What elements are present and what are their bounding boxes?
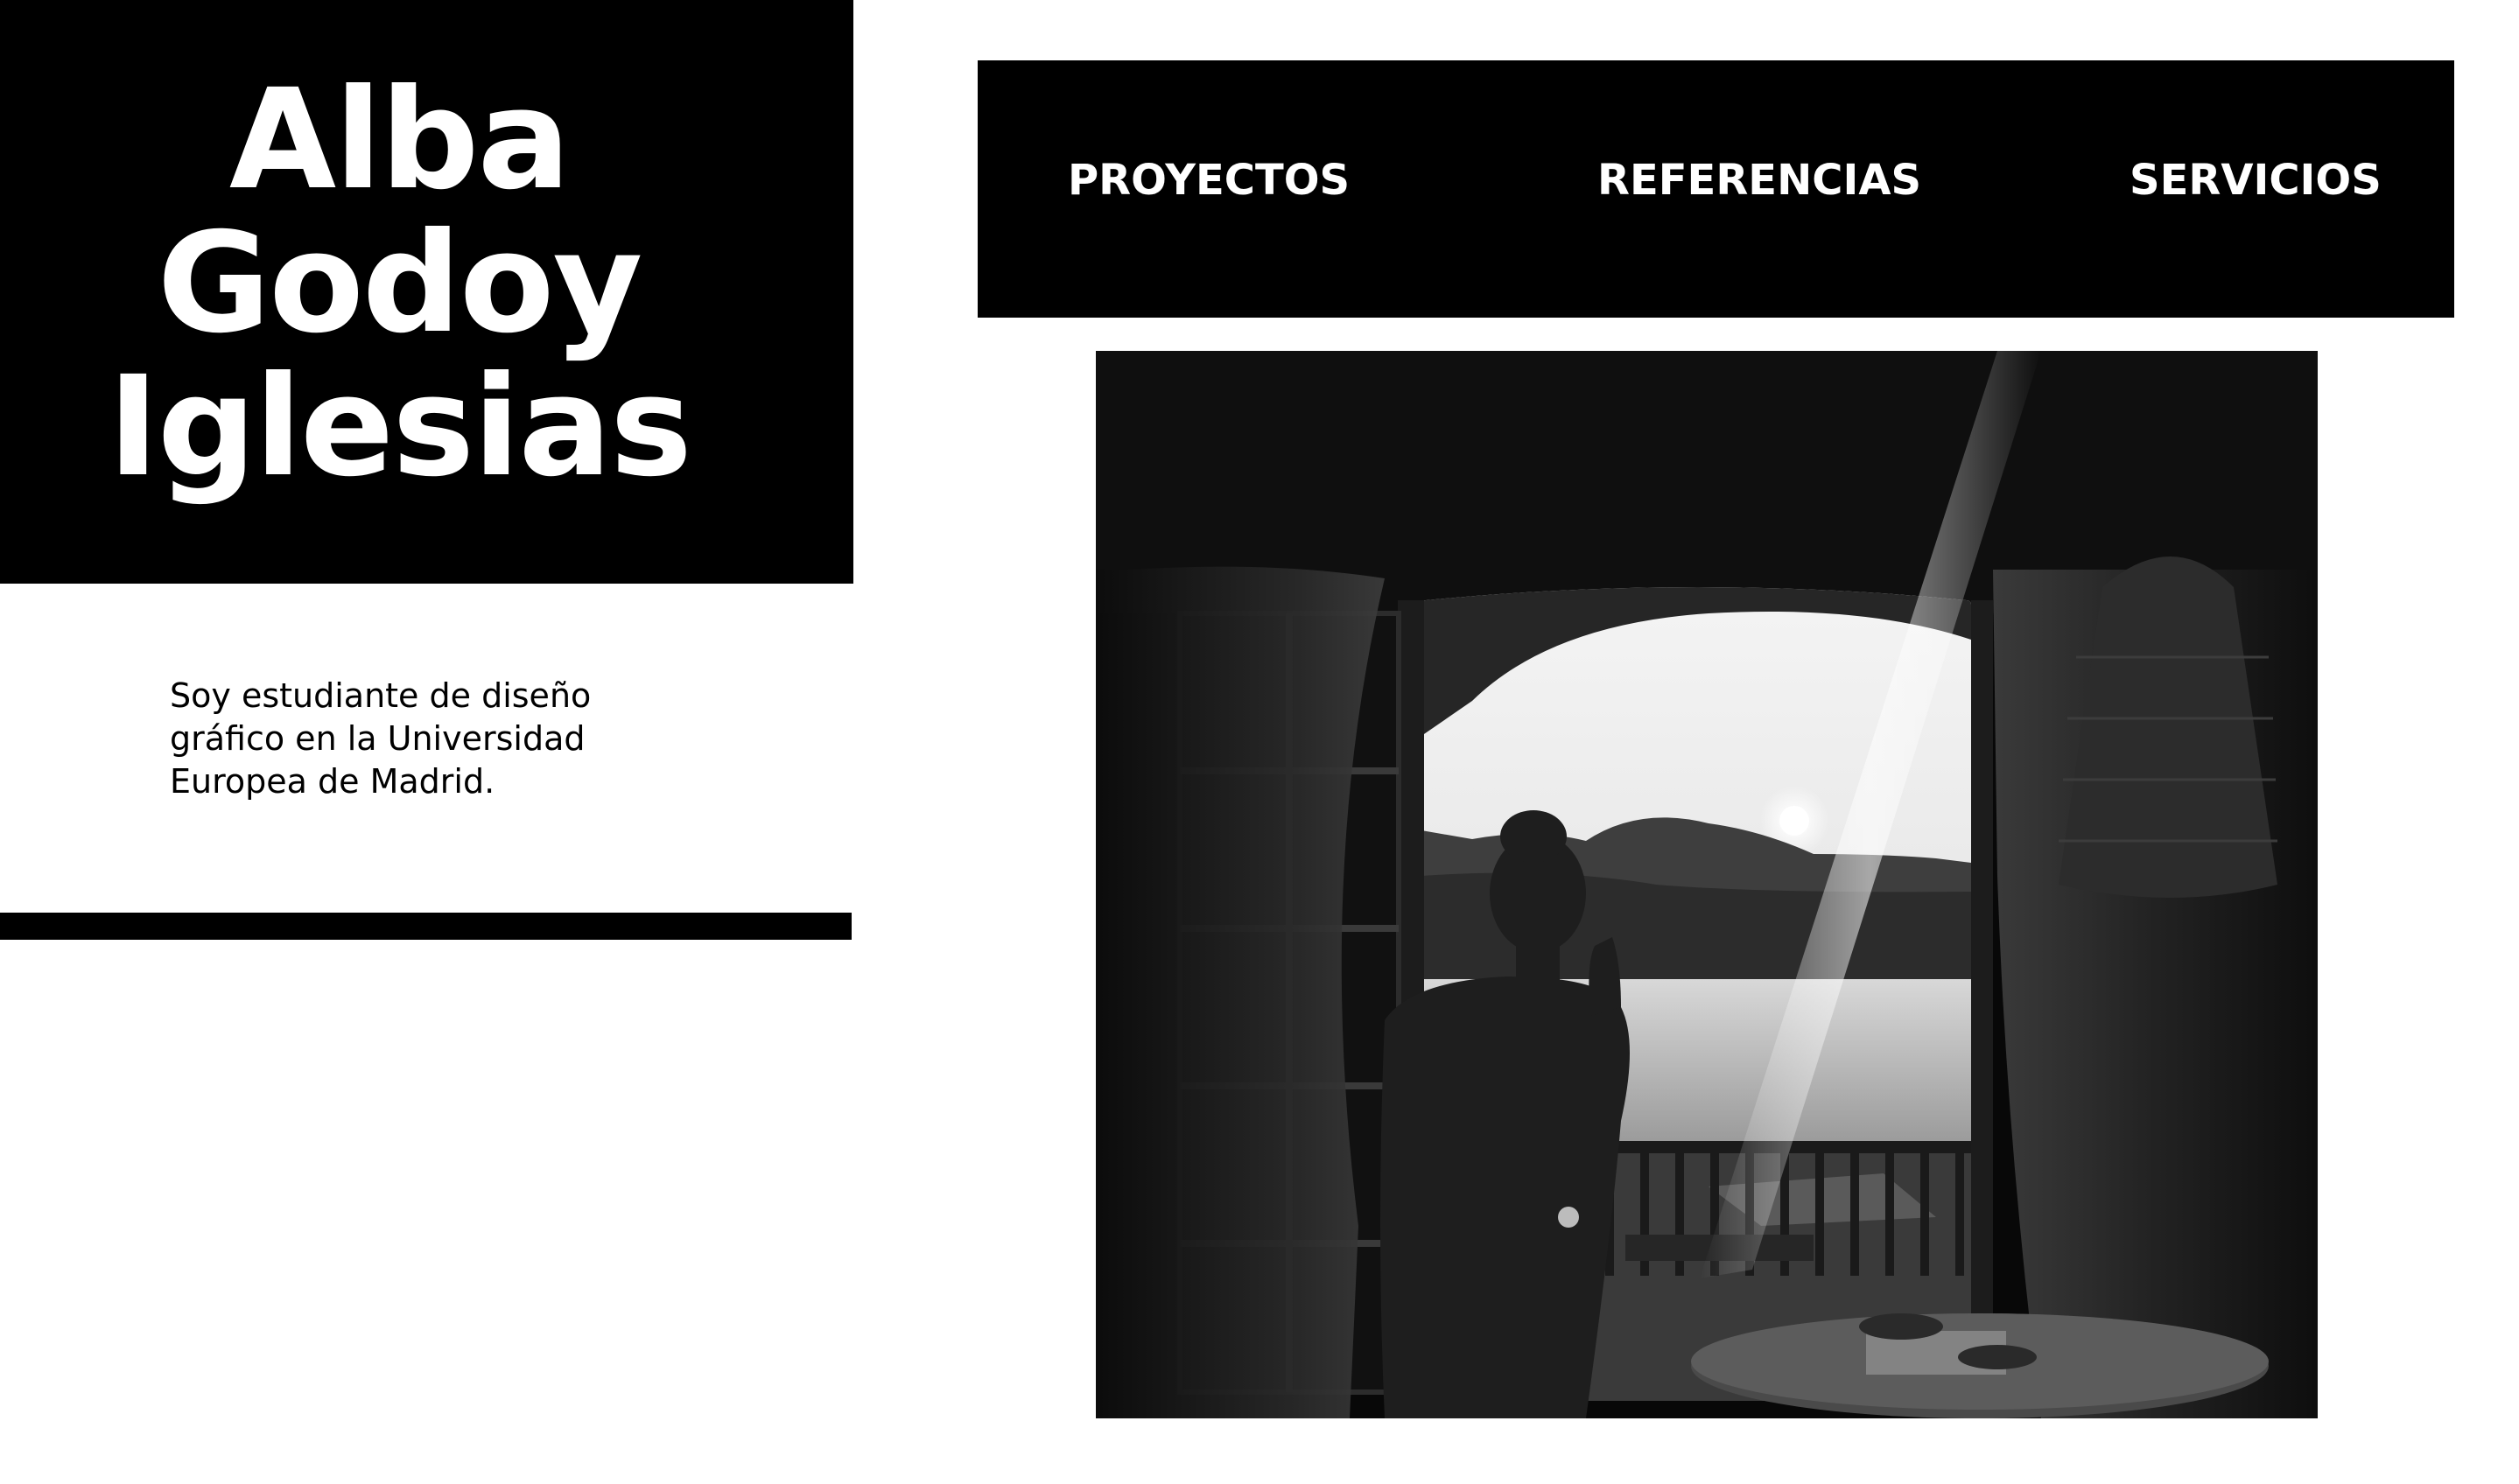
page-title: Alba Godoy Iglesias: [0, 68, 798, 499]
main-nav: PROYECTOS REFERENCIAS SERVICIOS: [978, 60, 2454, 318]
divider-bar: [0, 913, 852, 940]
name-line-middle: Godoy: [157, 203, 643, 364]
nav-item-proyectos[interactable]: PROYECTOS: [1068, 152, 1350, 208]
name-block: Alba Godoy Iglesias: [0, 0, 853, 584]
bio-text: Soy estudiante de diseño gráfico en la U…: [170, 676, 592, 801]
nav-item-servicios[interactable]: SERVICIOS: [2130, 152, 2382, 208]
hero-photo: [1096, 351, 2318, 1418]
hero-photo-illustration: [1096, 351, 2318, 1418]
nav-item-referencias[interactable]: REFERENCIAS: [1597, 152, 1921, 208]
name-line-last: Iglesias: [107, 346, 692, 508]
name-line-first: Alba: [228, 60, 571, 220]
